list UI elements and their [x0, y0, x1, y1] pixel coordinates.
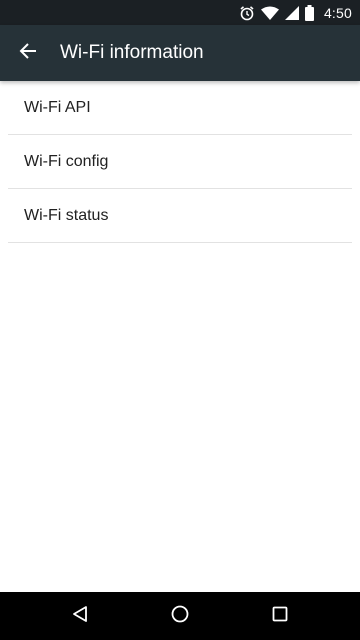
status-time: 4:50	[323, 4, 352, 21]
nav-home-button[interactable]	[150, 592, 210, 640]
list-item-label: Wi-Fi config	[24, 152, 109, 170]
nav-back-button[interactable]	[50, 592, 110, 640]
status-icons: 4:50	[239, 0, 352, 25]
arrow-back-icon	[19, 42, 37, 65]
app-bar: Wi-Fi information	[0, 25, 360, 81]
navigation-bar	[0, 592, 360, 640]
list-item-wifi-config[interactable]: Wi-Fi config	[8, 135, 352, 189]
recents-square-icon	[271, 605, 289, 628]
back-button[interactable]	[8, 29, 48, 77]
list-item-label: Wi-Fi status	[24, 206, 109, 224]
page-title: Wi-Fi information	[60, 42, 204, 63]
list-item-label: Wi-Fi API	[24, 98, 91, 116]
status-bar: 4:50	[0, 0, 360, 25]
settings-list: Wi-Fi API Wi-Fi config Wi-Fi status	[8, 81, 352, 243]
home-circle-icon	[170, 604, 190, 629]
battery-icon	[304, 4, 314, 21]
list-item-wifi-status[interactable]: Wi-Fi status	[8, 189, 352, 243]
alarm-icon	[239, 5, 255, 21]
nav-recents-button[interactable]	[250, 592, 310, 640]
screen: 4:50 Wi-Fi information Wi-Fi API Wi-Fi c…	[0, 0, 360, 640]
cell-signal-icon	[284, 5, 299, 20]
list-item-wifi-api[interactable]: Wi-Fi API	[8, 81, 352, 135]
wifi-icon	[260, 6, 279, 20]
back-triangle-icon	[71, 605, 89, 628]
